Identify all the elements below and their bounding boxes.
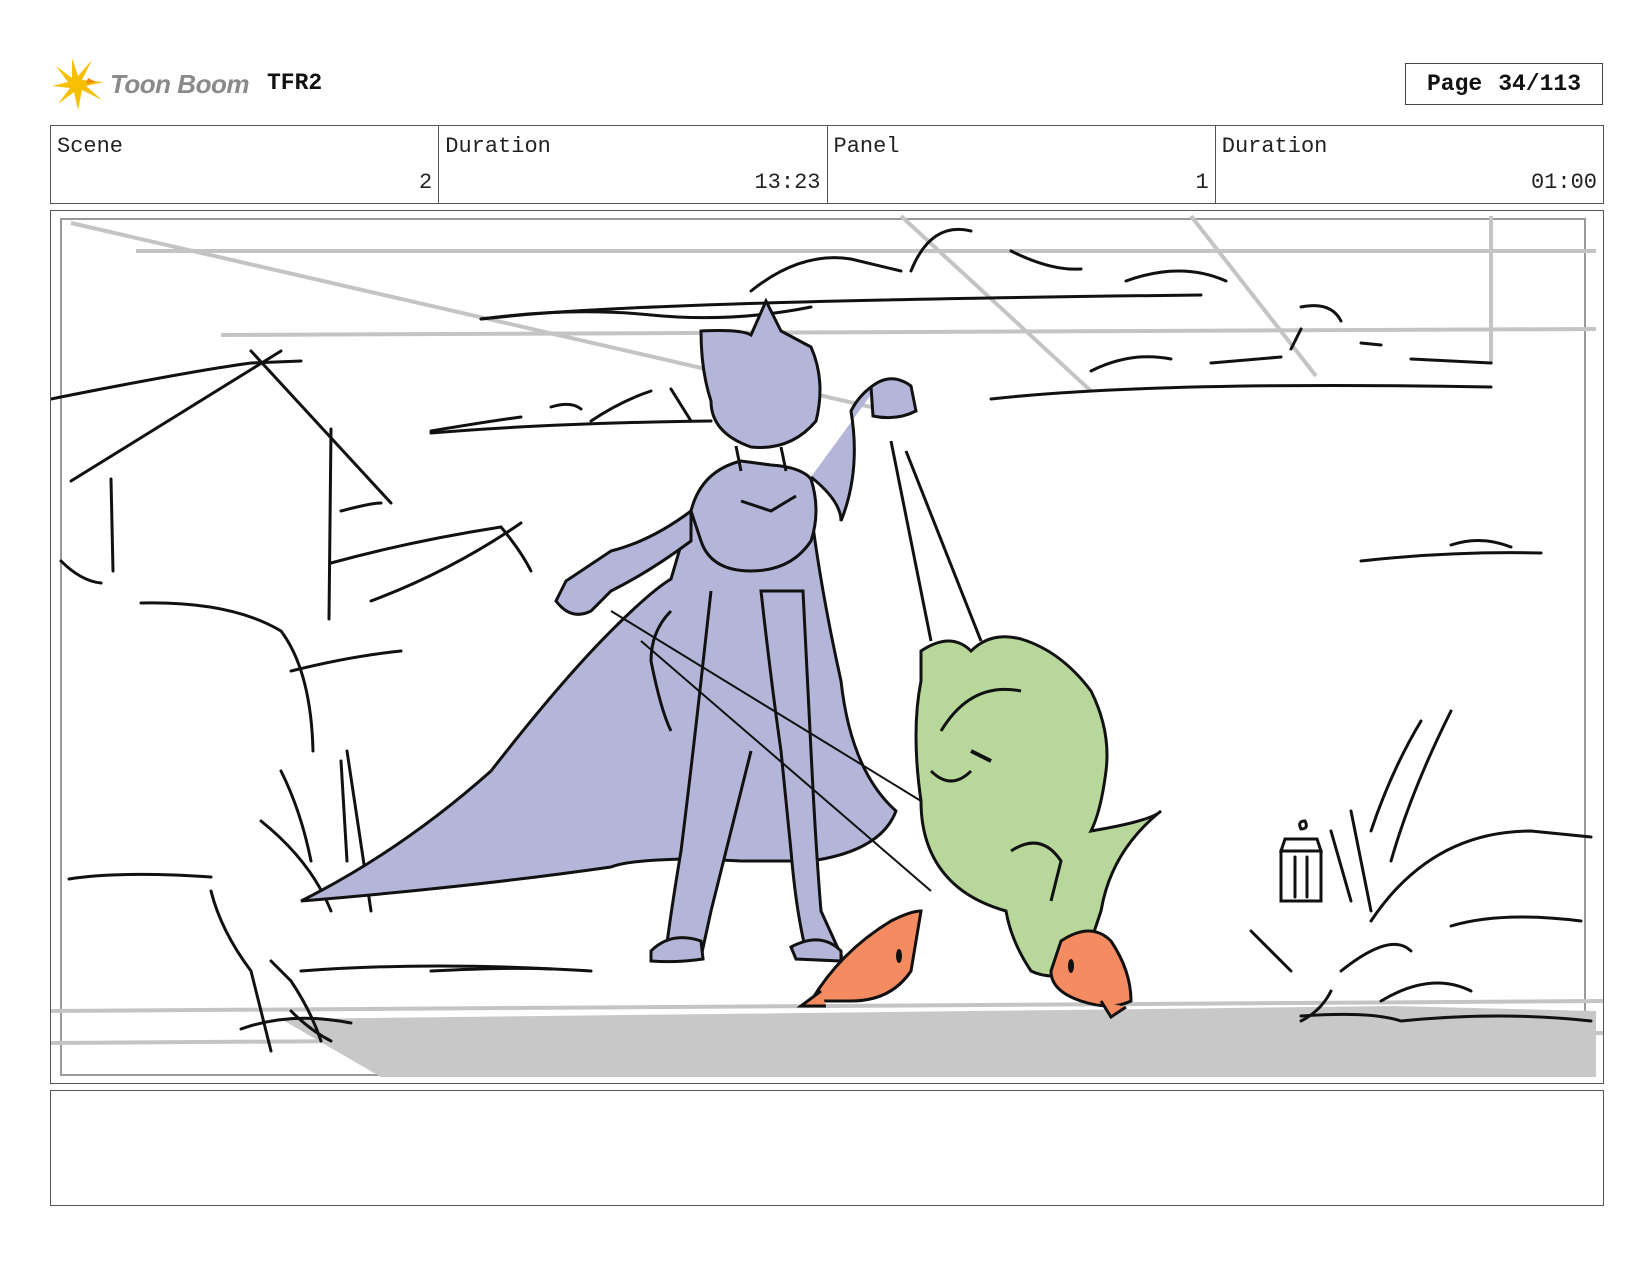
scene-cell: Scene 2 (51, 126, 440, 203)
panel-duration-cell: Duration 01:00 (1216, 126, 1603, 203)
panel-value: 1 (1195, 170, 1209, 195)
storyboard-panel (50, 210, 1604, 1084)
action-notes-box (50, 1090, 1604, 1206)
page-label: Page (1426, 71, 1483, 97)
panel-sketch (51, 214, 1603, 1077)
panel-duration-value: 01:00 (1530, 170, 1597, 195)
scene-duration-cell: Duration 13:23 (439, 126, 828, 203)
scene-duration-label: Duration (445, 134, 551, 159)
page-indicator: Page 34/113 (1405, 63, 1603, 105)
panel-duration-label: Duration (1221, 134, 1328, 159)
scene-info-table: Scene 2 Duration 13:23 Panel 1 Duration … (50, 125, 1604, 204)
panel-label: Panel (833, 134, 900, 159)
page-number: 34/113 (1498, 71, 1582, 97)
panel-cell: Panel 1 (828, 126, 1216, 203)
green-creature (889, 440, 1163, 978)
scene-value: 2 (419, 170, 433, 195)
ground (281, 1006, 1596, 1077)
scene-label: Scene (57, 134, 124, 159)
brand-name: Toon Boom (110, 68, 249, 99)
starburst-icon (52, 58, 104, 110)
toon-boom-logo: Toon Boom (52, 56, 249, 112)
scene-duration-value: 13:23 (754, 170, 821, 195)
project-title: TFR2 (267, 70, 323, 96)
